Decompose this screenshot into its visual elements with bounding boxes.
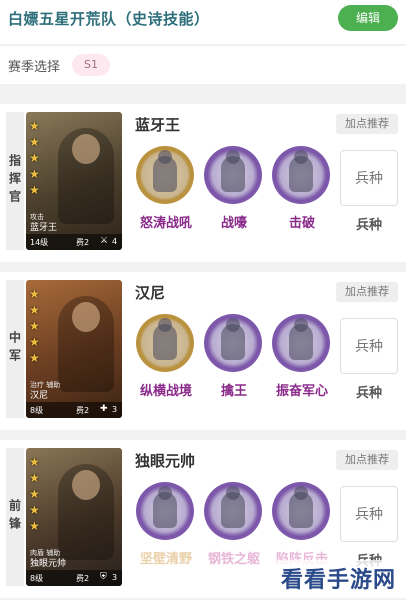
slot-position-label: 前锋 — [6, 448, 24, 586]
hero-card[interactable]: ★ ★ ★ ★ ★ 攻击 蓝牙王 14级 费2 ⚔ 4 — [26, 112, 122, 250]
troop-type-label: 兵种 — [355, 386, 382, 401]
card-footer: 8级 费2 ✚ 3 — [26, 402, 122, 418]
skill-slot[interactable]: 战嚎 — [202, 146, 266, 246]
hero-cost: 费2 — [76, 406, 90, 415]
sword-icon: ⚔ — [100, 236, 109, 246]
hero-count: 3 — [112, 405, 118, 414]
hero-level: 8级 — [30, 406, 44, 415]
hero-count: 4 — [112, 237, 118, 246]
recommend-button[interactable]: 加点推荐 — [336, 114, 398, 134]
skill-icon — [136, 314, 194, 372]
warrior-icon — [289, 486, 313, 528]
heal-icon: ✚ — [100, 404, 108, 414]
skill-name: 坚壁清野 — [139, 552, 192, 567]
hero-slot-commander: 指挥官 ★ ★ ★ ★ ★ 攻击 蓝牙王 14级 费2 ⚔ 4 蓝牙王 加点推荐 怒涛战… — [0, 104, 406, 262]
skill-slot[interactable]: 击破 — [270, 146, 334, 246]
recommend-button[interactable]: 加点推荐 — [336, 282, 398, 302]
season-chip[interactable]: S1 — [72, 54, 110, 76]
hero-portrait — [58, 464, 114, 560]
troop-type-slot[interactable]: 兵种 — [340, 318, 398, 374]
warrior-icon — [221, 318, 245, 360]
hero-cost: 费2 — [76, 238, 90, 247]
site-watermark: 看看手游网 — [276, 560, 400, 596]
hero-name: 汉尼 — [135, 284, 166, 302]
shield-icon — [221, 486, 245, 528]
skill-icon — [272, 314, 330, 372]
warrior-icon — [153, 486, 177, 528]
slot-position-label: 指挥官 — [6, 112, 24, 250]
skill-icon — [136, 146, 194, 204]
skill-slot[interactable]: 怒涛战吼 — [134, 146, 198, 246]
card-footer: 8级 费2 ⛨ 3 — [26, 570, 122, 586]
page-title: 白嫖五星开荒队（史诗技能） — [8, 10, 210, 28]
skill-slot[interactable]: 钢铁之躯 — [202, 482, 266, 582]
skill-icon — [136, 482, 194, 540]
skill-name: 振奋军心 — [275, 384, 328, 399]
header: 白嫖五星开荒队（史诗技能） 编辑 — [0, 0, 406, 44]
hero-slot-center: 中军 ★ ★ ★ ★ ★ 治疗 辅助 汉尼 8级 费2 ✚ 3 汉尼 加点推荐 纵横战境… — [0, 272, 406, 430]
star-rating: ★ ★ ★ ★ ★ — [29, 287, 40, 365]
skill-name: 擒王 — [220, 384, 247, 399]
skill-name: 怒涛战吼 — [139, 216, 192, 231]
hero-name: 蓝牙王 — [135, 116, 181, 134]
hero-card[interactable]: ★ ★ ★ ★ ★ 肉盾 辅助 独眼元帅 8级 费2 ⛨ 3 — [26, 448, 122, 586]
card-hero-name: 汉尼 — [30, 391, 49, 401]
hero-portrait — [58, 296, 114, 392]
card-hero-name: 蓝牙王 — [30, 223, 58, 233]
skill-slot[interactable]: 纵横战境 — [134, 314, 198, 414]
hero-count: 3 — [112, 573, 118, 582]
card-hero-name: 独眼元帅 — [30, 559, 67, 569]
skill-name: 纵横战境 — [139, 384, 192, 399]
warrior-icon — [221, 150, 245, 192]
skill-icon — [204, 146, 262, 204]
troop-type-slot[interactable]: 兵种 — [340, 150, 398, 206]
skill-name: 战嚎 — [220, 216, 247, 231]
troop-type-slot[interactable]: 兵种 — [340, 486, 398, 542]
skill-icon — [272, 146, 330, 204]
card-footer: 14级 费2 ⚔ 4 — [26, 234, 122, 250]
skill-icon — [272, 482, 330, 540]
skill-name: 钢铁之躯 — [207, 552, 260, 567]
warrior-icon — [153, 150, 177, 192]
warrior-icon — [289, 150, 313, 192]
star-rating: ★ ★ ★ ★ ★ — [29, 455, 40, 533]
shield-icon: ⛨ — [100, 572, 107, 582]
skill-icon — [204, 482, 262, 540]
warrior-icon — [289, 318, 313, 360]
edit-button[interactable]: 编辑 — [338, 5, 398, 31]
star-rating: ★ ★ ★ ★ ★ — [29, 119, 40, 197]
hero-portrait — [58, 128, 114, 224]
hero-name: 独眼元帅 — [135, 452, 196, 470]
hero-level: 14级 — [30, 238, 49, 247]
troop-type-label: 兵种 — [355, 218, 382, 233]
slot-position-label: 中军 — [6, 280, 24, 418]
skill-slot[interactable]: 振奋军心 — [270, 314, 334, 414]
skill-slot[interactable]: 坚壁清野 — [134, 482, 198, 582]
season-selector: 赛季选择 S1 — [0, 46, 406, 84]
skill-icon — [204, 314, 262, 372]
skill-slot[interactable]: 擒王 — [202, 314, 266, 414]
hero-cost: 费2 — [76, 574, 90, 583]
season-label: 赛季选择 — [8, 60, 61, 75]
recommend-button[interactable]: 加点推荐 — [336, 450, 398, 470]
hero-card[interactable]: ★ ★ ★ ★ ★ 治疗 辅助 汉尼 8级 费2 ✚ 3 — [26, 280, 122, 418]
skill-name: 击破 — [288, 216, 315, 231]
warrior-icon — [153, 318, 177, 360]
hero-level: 8级 — [30, 574, 44, 583]
